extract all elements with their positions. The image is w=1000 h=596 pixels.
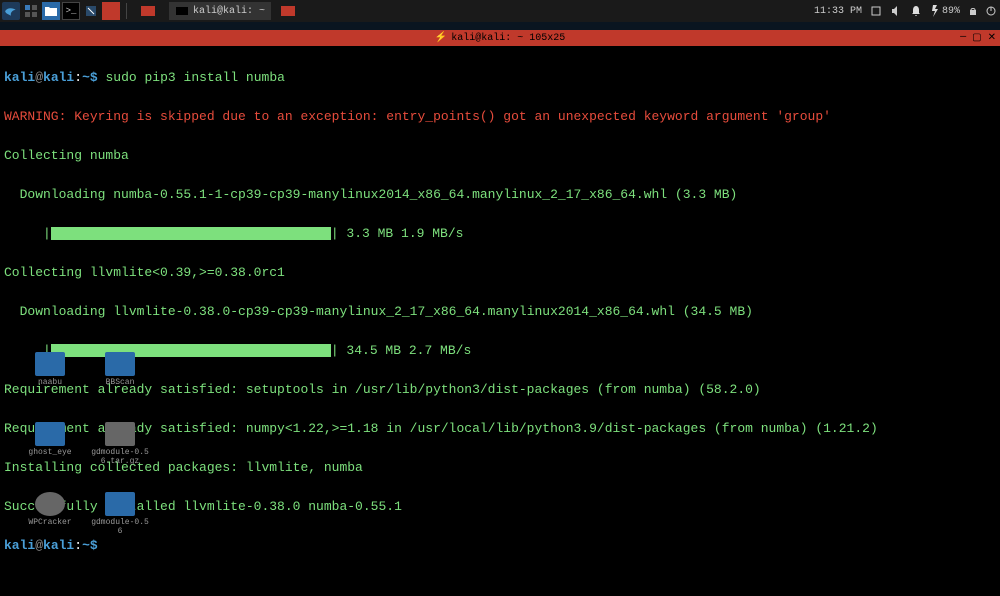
separator [126, 3, 127, 19]
network-icon[interactable] [870, 5, 882, 17]
terminal-line: Downloading numba-0.55.1-1-cp39-cp39-man… [4, 185, 996, 205]
command-text: sudo pip3 install numba [106, 70, 285, 85]
task-thumb-icon [141, 6, 155, 16]
prompt-host: kali [43, 70, 74, 85]
taskbar: >_ kali@kali: ~ 11:33 PM [0, 0, 1000, 22]
task-thumb-icon [175, 6, 189, 16]
icon-label: gdmodule-0.56.tar.gz [90, 448, 150, 466]
terminal-line: Collecting numba [4, 146, 996, 166]
prompt-colon: : [74, 538, 82, 553]
folder-icon [35, 352, 65, 376]
prompt-user: kali [4, 538, 35, 553]
kali-menu-icon[interactable] [2, 2, 20, 20]
archive-icon [105, 422, 135, 446]
progress-bar [51, 227, 331, 240]
terminal-line: kali@kali:~$ sudo pip3 install numba [4, 68, 996, 88]
prompt-colon: : [74, 70, 82, 85]
power-icon[interactable] [986, 6, 996, 16]
terminal-content[interactable]: kali@kali:~$ sudo pip3 install numba WAR… [0, 46, 1000, 596]
battery-icon[interactable]: 89% [930, 5, 960, 17]
terminal-line: Requirement already satisfied: setuptool… [4, 380, 996, 400]
progress-right: | 34.5 MB 2.7 MB/s [331, 343, 471, 358]
close-button[interactable]: ✕ [988, 32, 996, 44]
file-manager-icon[interactable] [42, 2, 60, 20]
folder-icon [35, 422, 65, 446]
terminal-line: || 34.5 MB 2.7 MB/s [4, 341, 996, 361]
prompt-dollar: $ [90, 70, 98, 85]
app-icon[interactable] [102, 2, 120, 20]
icon-label: gdmodule-0.56 [90, 518, 150, 536]
minimize-button[interactable]: — [960, 32, 966, 44]
task-thumb-icon [281, 6, 295, 16]
terminal-line: Collecting llvmlite<0.39,>=0.38.0rc1 [4, 263, 996, 283]
workspace-icon[interactable] [22, 2, 40, 20]
prompt-user: kali [4, 70, 35, 85]
desktop-icon-gdmodule[interactable]: gdmodule-0.56 [90, 492, 150, 536]
battery-percent: 89% [942, 6, 960, 17]
window-controls: — ▢ ✕ [960, 32, 996, 44]
terminal-line: WARNING: Keyring is skipped due to an ex… [4, 107, 996, 127]
terminal-launcher-icon[interactable]: >_ [62, 2, 80, 20]
gear-icon [35, 492, 65, 516]
maximize-button[interactable]: ▢ [972, 32, 981, 44]
prompt-at: @ [35, 538, 43, 553]
prompt-path: ~ [82, 70, 90, 85]
icon-label: naabu [38, 378, 62, 387]
terminal-title: kali@kali: ~ 105x25 [451, 33, 565, 44]
desktop-icon-gdmodule-tar[interactable]: gdmodule-0.56.tar.gz [90, 422, 150, 466]
desktop-icon-wpcracker[interactable]: WPCracker [20, 492, 80, 527]
taskbar-right: 11:33 PM 89% [814, 5, 996, 17]
icon-label: WPCracker [28, 518, 71, 527]
task-item-1[interactable] [135, 2, 165, 20]
task-item-terminal[interactable]: kali@kali: ~ [169, 2, 271, 20]
prompt-at: @ [35, 70, 43, 85]
notification-icon[interactable] [910, 5, 922, 17]
clock[interactable]: 11:33 PM [814, 6, 862, 17]
lock-icon[interactable] [968, 6, 978, 16]
progress-left: | [4, 226, 51, 241]
terminal-line: Downloading llvmlite-0.38.0-cp39-cp39-ma… [4, 302, 996, 322]
taskbar-left: >_ kali@kali: ~ [0, 2, 301, 20]
editor-icon[interactable] [82, 2, 100, 20]
terminal-titlebar[interactable]: ⚡ kali@kali: ~ 105x25 — ▢ ✕ [0, 30, 1000, 46]
prompt-path: ~ [82, 538, 90, 553]
terminal-line: Successfully installed llvmlite-0.38.0 n… [4, 497, 996, 517]
task-item-3[interactable] [275, 2, 301, 20]
terminal-line: kali@kali:~$ [4, 536, 996, 556]
desktop-icon-ghosteye[interactable]: ghost_eye [20, 422, 80, 457]
title-icon: ⚡ [435, 32, 447, 44]
terminal-line: Installing collected packages: llvmlite,… [4, 458, 996, 478]
desktop-icon-bbscan[interactable]: BBScan [90, 352, 150, 387]
prompt-dollar: $ [90, 538, 98, 553]
task-label: kali@kali: ~ [193, 6, 265, 17]
prompt-host: kali [43, 538, 74, 553]
progress-right: | 3.3 MB 1.9 MB/s [331, 226, 464, 241]
icon-label: ghost_eye [28, 448, 71, 457]
terminal-window: ⚡ kali@kali: ~ 105x25 — ▢ ✕ kali@kali:~$… [0, 30, 1000, 596]
folder-icon [105, 492, 135, 516]
terminal-line: Requirement already satisfied: numpy<1.2… [4, 419, 996, 439]
folder-icon [105, 352, 135, 376]
desktop: ⚡ kali@kali: ~ 105x25 — ▢ ✕ kali@kali:~$… [0, 22, 1000, 563]
volume-icon[interactable] [890, 5, 902, 17]
icon-label: BBScan [106, 378, 135, 387]
desktop-icon-naabu[interactable]: naabu [20, 352, 80, 387]
terminal-line: | | 3.3 MB 1.9 MB/s [4, 224, 996, 244]
